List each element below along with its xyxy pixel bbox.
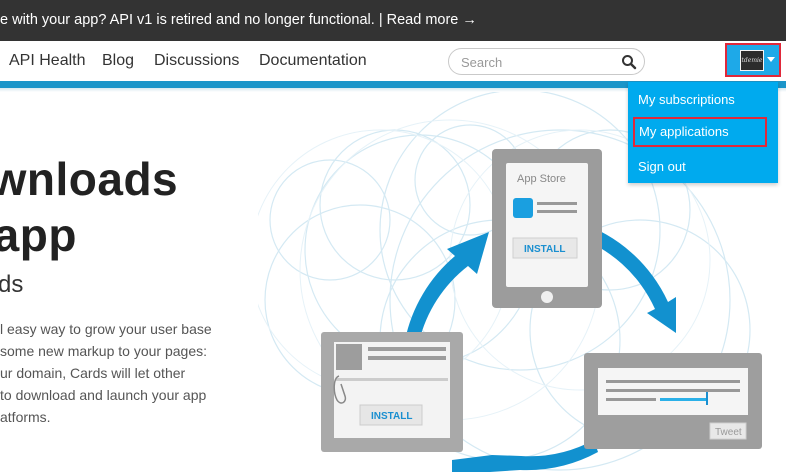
hero-subtitle: ds: [0, 271, 24, 298]
chevron-down-icon: [767, 57, 775, 62]
search-input[interactable]: [461, 54, 621, 70]
hero-body-line: l easy way to grow your user base: [0, 321, 212, 337]
announcement-text[interactable]: e with your app? API v1 is retired and n…: [0, 12, 477, 28]
install-label: INSTALL: [524, 244, 565, 255]
hero-body-line: some new markup to your pages:: [0, 343, 207, 359]
menu-item-sign-out[interactable]: Sign out: [638, 159, 686, 174]
hero-body-line: ur domain, Cards will let other: [0, 365, 186, 381]
hero-body-line: to download and launch your app: [0, 387, 207, 403]
arrow-bottom: [452, 440, 598, 472]
user-dropdown-menu: My subscriptions My applications Sign ou…: [628, 82, 778, 183]
menu-item-my-applications[interactable]: My applications: [633, 117, 767, 147]
user-menu-toggle[interactable]: tdemie: [725, 43, 781, 77]
arrow-left: [405, 232, 489, 342]
card-install-label: INSTALL: [371, 411, 412, 422]
tablet-device: App Store INSTALL: [492, 149, 602, 308]
hero-title-line-1: ownloads: [0, 153, 179, 205]
announcement-bar[interactable]: e with your app? API v1 is retired and n…: [0, 0, 786, 41]
nav-link-api-health[interactable]: API Health: [9, 52, 85, 70]
menu-item-my-subscriptions[interactable]: My subscriptions: [638, 92, 735, 107]
nav-link-documentation[interactable]: Documentation: [259, 52, 367, 70]
nav-link-blog[interactable]: Blog: [102, 52, 134, 70]
hero-title-line-2: r app: [0, 209, 77, 261]
tweet-card: Tweet: [584, 353, 762, 449]
avatar: tdemie: [740, 50, 764, 71]
search-icon[interactable]: [620, 53, 638, 71]
search-box: [448, 48, 645, 75]
store-title: App Store: [517, 173, 566, 185]
tweet-label: Tweet: [715, 427, 742, 438]
hero-body-line: atforms.: [0, 409, 51, 425]
install-card: INSTALL: [321, 332, 463, 452]
nav-link-discussions[interactable]: Discussions: [154, 52, 239, 70]
top-navigation: API Health Blog Discussions Documentatio…: [0, 41, 786, 81]
